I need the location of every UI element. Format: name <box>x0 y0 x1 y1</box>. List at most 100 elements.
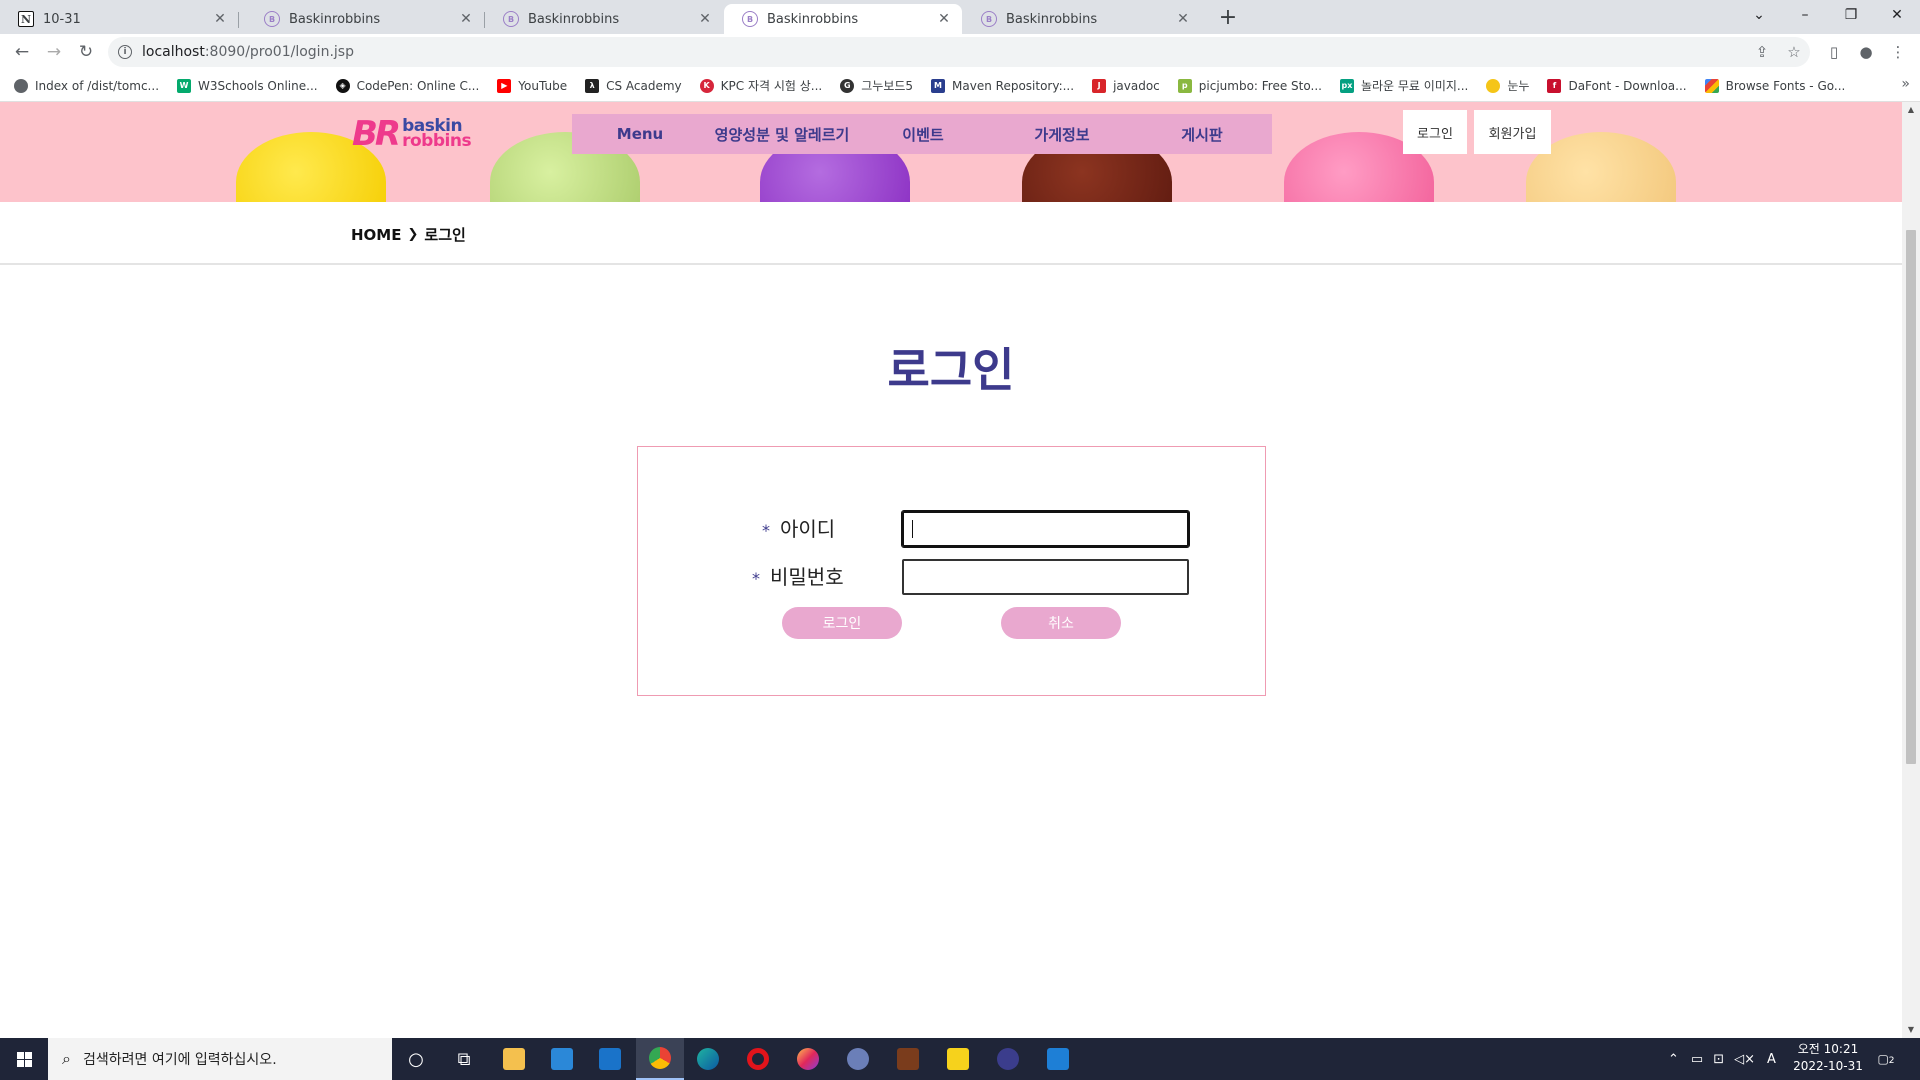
close-window-button[interactable]: ✕ <box>1874 0 1920 30</box>
profile-avatar-icon[interactable]: ● <box>1852 38 1880 66</box>
bookmark-item[interactable]: λ CS Academy <box>585 78 682 93</box>
file-explorer-icon[interactable] <box>490 1038 538 1080</box>
noonnu-icon <box>1486 78 1501 93</box>
windows-taskbar: ⌕ 검색하려면 여기에 입력하십시오. ○ ⧉ ⌃ ▭ ⊡ ◁× A 오전 10… <box>0 1038 1920 1080</box>
bookmark-label: Maven Repository:... <box>952 78 1075 93</box>
header-login-link[interactable]: 로그인 <box>1403 110 1467 154</box>
nav-item-board[interactable]: 게시판 <box>1134 124 1270 145</box>
bookmark-item[interactable]: M Maven Repository:... <box>931 78 1075 93</box>
breadcrumb: HOME ❯ 로그인 <box>351 224 466 245</box>
login-form: * 아이디 * 비밀번호 로그인 취소 <box>637 446 1266 696</box>
browser-tab-1[interactable]: N 10-31 ✕ <box>0 4 239 34</box>
browser-tab-strip: N 10-31 ✕ B Baskinrobbins ✕ B Baskinrobb… <box>0 0 1920 34</box>
tab-close-icon[interactable]: ✕ <box>1175 11 1191 27</box>
forward-arrow-icon[interactable]: → <box>40 38 68 66</box>
bookmark-item[interactable]: Index of /dist/tomc... <box>14 78 159 93</box>
tray-meet-icon[interactable]: ▭ <box>1691 1052 1703 1067</box>
eclipse-icon[interactable] <box>984 1038 1032 1080</box>
tab-title: 10-31 <box>43 11 81 27</box>
bookmark-item[interactable]: 눈누 <box>1486 77 1529 94</box>
breadcrumb-divider <box>0 263 1902 265</box>
reload-icon[interactable]: ↻ <box>72 38 100 66</box>
chrome-icon[interactable] <box>636 1038 684 1080</box>
nav-item-event[interactable]: 이벤트 <box>856 124 990 145</box>
bookmark-label: javadoc <box>1113 78 1160 93</box>
scrollbar-thumb[interactable] <box>1906 230 1916 764</box>
url-text[interactable]: localhost:8090/pro01/login.jsp <box>142 44 354 60</box>
bookmark-label: W3Schools Online... <box>198 78 318 93</box>
nav-item-menu[interactable]: Menu <box>572 125 708 143</box>
bookmark-item[interactable]: G 그누보드5 <box>840 77 913 94</box>
bookmark-label: YouTube <box>518 78 568 93</box>
photos-app-icon[interactable] <box>1034 1038 1082 1080</box>
bookmark-item[interactable]: ▶ YouTube <box>497 78 568 93</box>
bookmark-label: CodePen: Online C... <box>356 78 480 93</box>
cancel-button[interactable]: 취소 <box>1001 607 1121 639</box>
browser-tab-4-active[interactable]: B Baskinrobbins ✕ <box>724 4 962 34</box>
password-label: * 비밀번호 <box>752 561 844 590</box>
required-mark: * <box>752 569 760 588</box>
sticky-notes-icon[interactable] <box>934 1038 982 1080</box>
bookmark-item[interactable]: px 놀라운 무료 이미지... <box>1339 77 1468 94</box>
bookmark-label: 눈누 <box>1507 79 1530 93</box>
bookmark-item[interactable]: ◈ CodePen: Online C... <box>335 78 480 93</box>
start-button[interactable] <box>0 1038 48 1080</box>
volume-muted-icon[interactable]: ◁× <box>1734 1052 1755 1067</box>
cortana-icon[interactable]: ○ <box>392 1038 440 1080</box>
menu-kebab-icon[interactable]: ⋮ <box>1884 38 1912 66</box>
network-icon[interactable]: ⊡ <box>1713 1052 1724 1067</box>
bookmark-item[interactable]: p picjumbo: Free Sto... <box>1177 78 1322 93</box>
opera-icon[interactable] <box>734 1038 782 1080</box>
password-input[interactable] <box>902 559 1189 595</box>
tab-close-icon[interactable]: ✕ <box>697 11 713 27</box>
tab-close-icon[interactable]: ✕ <box>936 11 952 27</box>
bookmarks-overflow-icon[interactable]: » <box>1901 76 1910 92</box>
address-bar[interactable]: i localhost:8090/pro01/login.jsp <box>108 37 1810 67</box>
firefox-icon[interactable] <box>784 1038 832 1080</box>
scroll-up-arrow-icon[interactable]: ▲ <box>1902 102 1920 118</box>
id-input[interactable] <box>901 510 1190 548</box>
side-panel-icon[interactable]: ▯ <box>1820 38 1848 66</box>
browser-tab-3[interactable]: B Baskinrobbins ✕ <box>485 4 723 34</box>
bookmark-star-icon[interactable]: ☆ <box>1780 38 1808 66</box>
javadoc-icon: J <box>1092 78 1107 93</box>
scroll-down-arrow-icon[interactable]: ▼ <box>1902 1022 1920 1038</box>
header-signup-link[interactable]: 회원가입 <box>1474 110 1551 154</box>
nav-item-nutrition[interactable]: 영양성분 및 알레르기 <box>708 124 856 145</box>
new-tab-button[interactable]: + <box>1214 4 1242 32</box>
baskinrobbins-logo[interactable]: BR baskin robbins <box>352 114 472 154</box>
taskbar-search[interactable]: ⌕ 검색하려면 여기에 입력하십시오. <box>48 1038 392 1080</box>
game-app-icon[interactable] <box>884 1038 932 1080</box>
mail-icon[interactable] <box>586 1038 634 1080</box>
bookmark-item[interactable]: f DaFont - Downloa... <box>1547 78 1687 93</box>
share-icon[interactable]: ⇪ <box>1748 38 1776 66</box>
bookmark-item[interactable]: Jjavadoc <box>1092 78 1160 93</box>
minimize-button[interactable]: – <box>1782 0 1828 30</box>
picjumbo-icon: p <box>1177 78 1192 93</box>
login-submit-button[interactable]: 로그인 <box>782 607 902 639</box>
taskbar-clock[interactable]: 오전 10:21 2022-10-31 <box>1788 1041 1868 1075</box>
breadcrumb-home[interactable]: HOME <box>351 226 401 244</box>
ime-indicator[interactable]: A <box>1767 1052 1776 1067</box>
browser-app-icon[interactable] <box>834 1038 882 1080</box>
page-scrollbar[interactable]: ▲ ▼ <box>1902 102 1920 1038</box>
tray-overflow-chevron-icon[interactable]: ⌃ <box>1668 1052 1679 1067</box>
tab-search-chevron-icon[interactable]: ⌄ <box>1736 0 1782 30</box>
nav-item-store[interactable]: 가게정보 <box>990 124 1134 145</box>
back-arrow-icon[interactable]: ← <box>8 38 36 66</box>
bookmark-item[interactable]: W W3Schools Online... <box>177 78 318 93</box>
baskinrobbins-icon: B <box>981 11 997 27</box>
site-info-icon[interactable]: i <box>118 45 132 59</box>
browser-tab-5[interactable]: B Baskinrobbins ✕ <box>963 4 1201 34</box>
edge-icon[interactable] <box>684 1038 732 1080</box>
logo-word-robbins: robbins <box>402 131 472 151</box>
ms-store-icon[interactable] <box>538 1038 586 1080</box>
notification-center-icon[interactable]: ▢2 <box>1874 1047 1898 1071</box>
tab-close-icon[interactable]: ✕ <box>212 11 228 27</box>
tab-close-icon[interactable]: ✕ <box>458 11 474 27</box>
bookmark-item[interactable]: Browse Fonts - Go... <box>1704 78 1845 93</box>
browser-tab-2[interactable]: B Baskinrobbins ✕ <box>246 4 485 34</box>
bookmark-item[interactable]: K KPC 자격 시험 상... <box>699 77 822 94</box>
task-view-icon[interactable]: ⧉ <box>440 1038 488 1080</box>
restore-button[interactable]: ❐ <box>1828 0 1874 30</box>
